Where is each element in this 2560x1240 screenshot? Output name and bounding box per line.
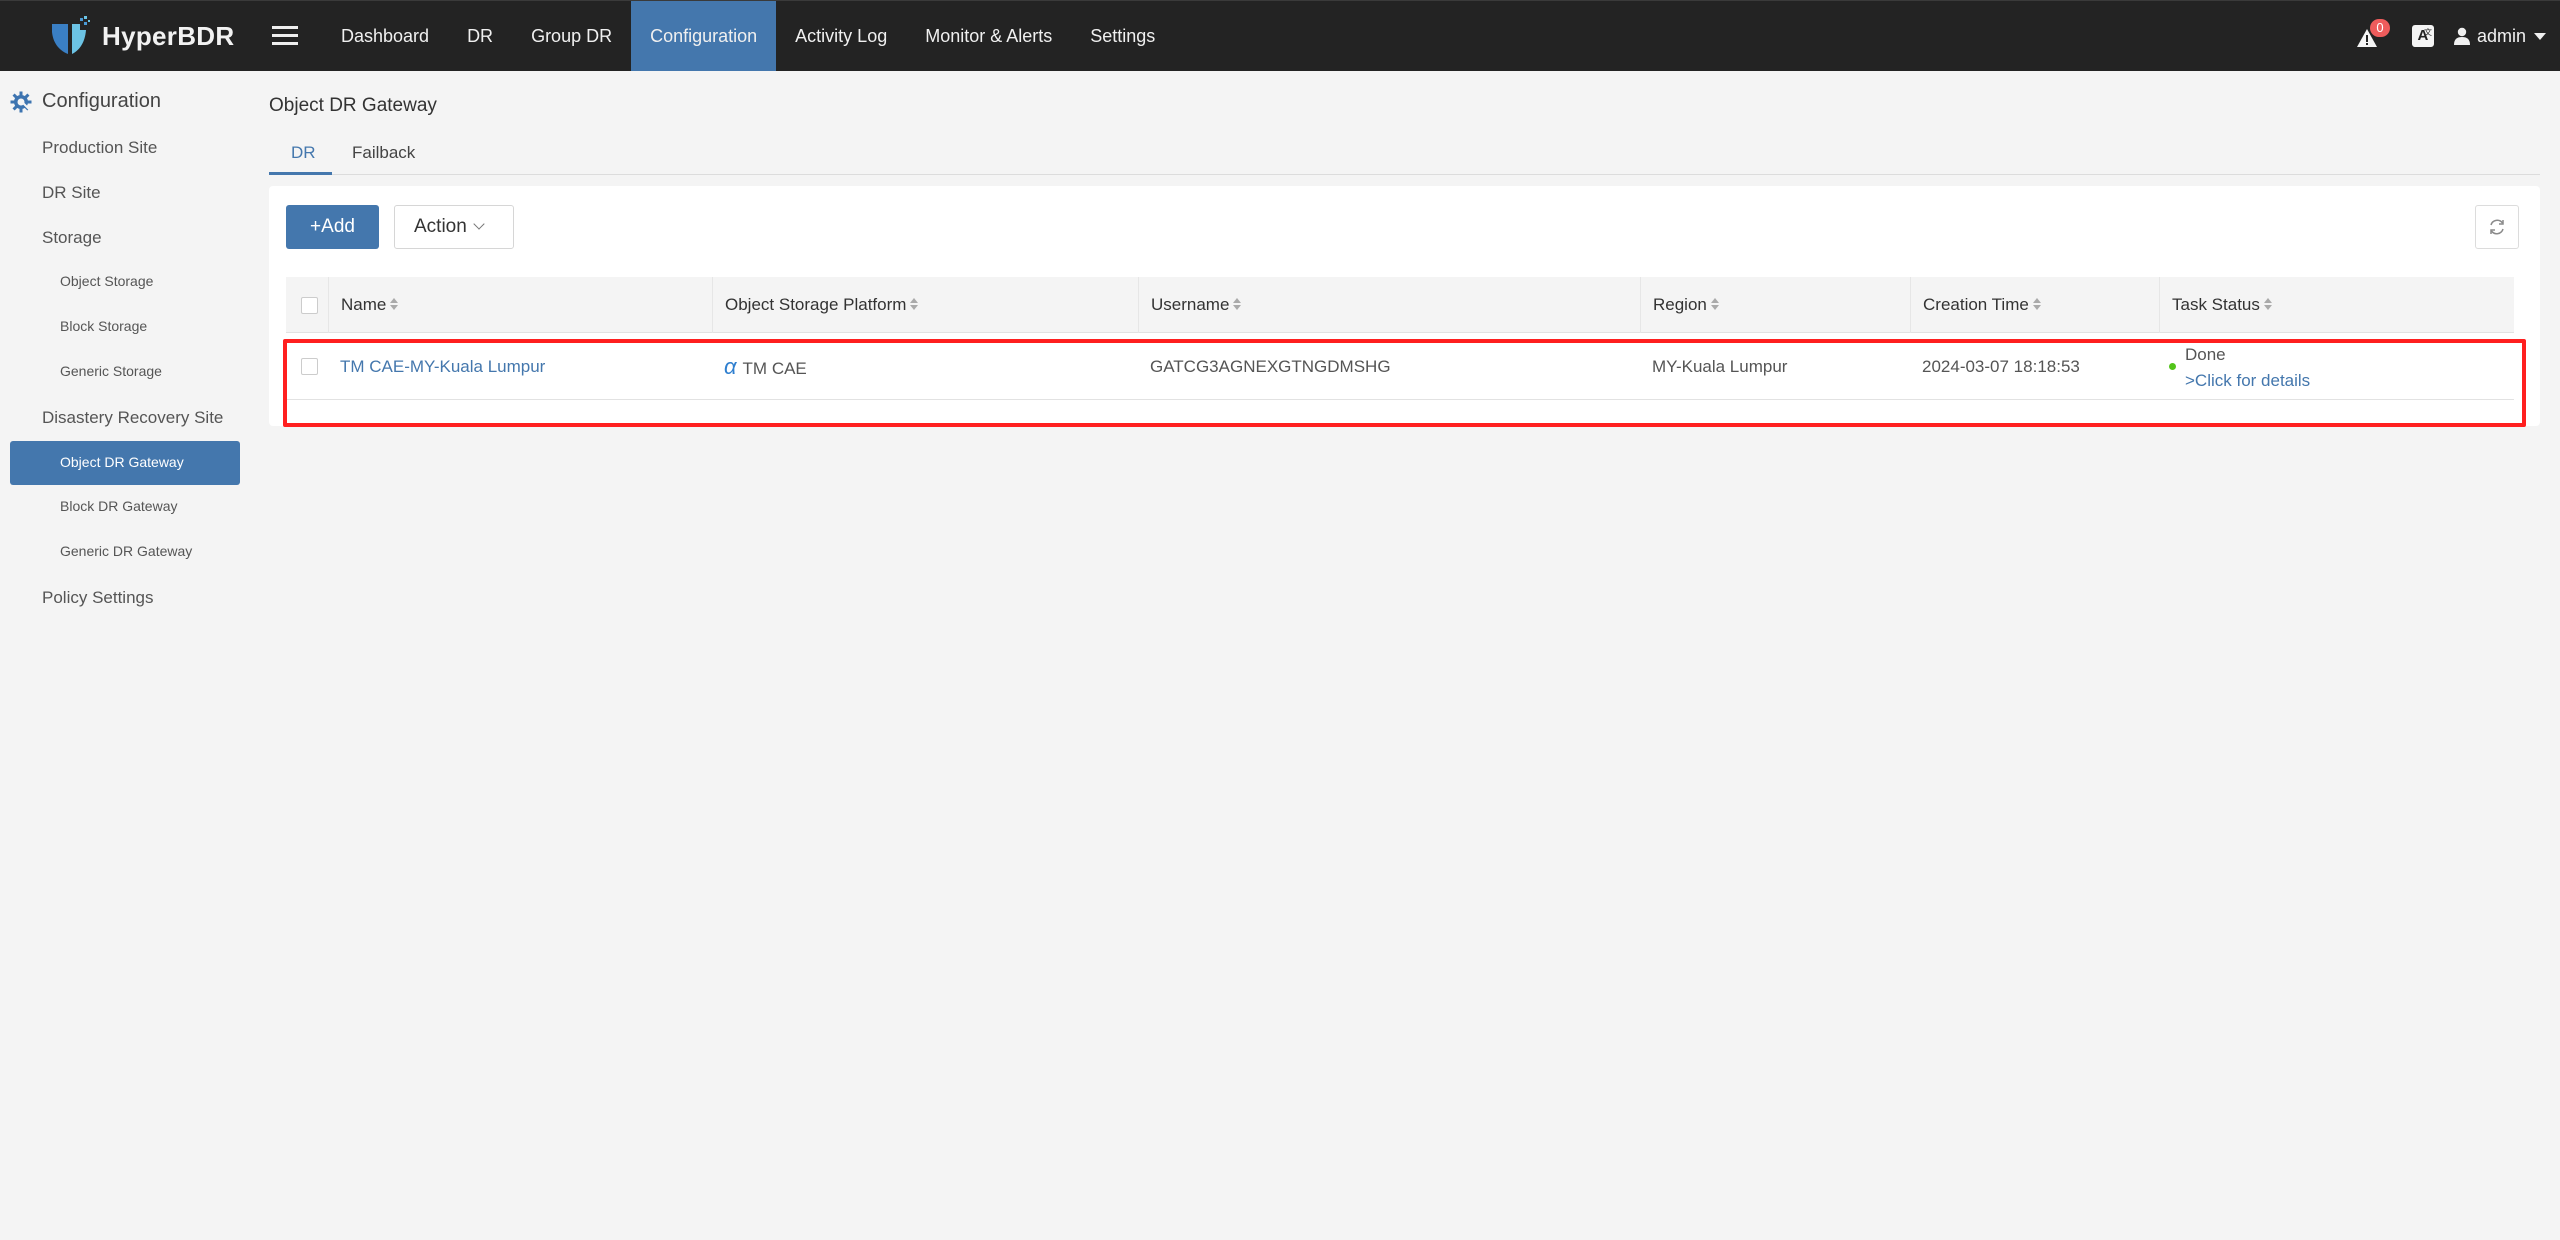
sort-icon[interactable]: [2032, 298, 2041, 312]
column-label: Object Storage Platform: [725, 295, 907, 314]
gateway-panel: +Add Action Name Object Storage Platform…: [269, 186, 2540, 426]
sidebar-item-label: Object DR Gateway: [60, 454, 184, 470]
page-title: Object DR Gateway: [269, 95, 437, 116]
alert-count-badge: 0: [2369, 19, 2390, 37]
tab-bar: DR Failback: [269, 130, 2540, 175]
add-button[interactable]: +Add: [286, 205, 379, 249]
sidebar-item-block-storage[interactable]: Block Storage: [60, 318, 147, 334]
select-all-checkbox[interactable]: [301, 297, 318, 314]
top-navbar: HyperBDR Dashboard DR Group DR Configura…: [0, 0, 2560, 71]
sidebar-item-disaster-recovery-site[interactable]: Disastery Recovery Site: [42, 408, 223, 428]
sidebar-item-production-site[interactable]: Production Site: [42, 138, 157, 158]
status-details-link[interactable]: >Click for details: [2185, 371, 2310, 391]
alerts-button[interactable]: 0: [2356, 19, 2390, 51]
username-cell: GATCG3AGNEXGTNGDMSHG: [1150, 357, 1391, 376]
user-icon: [2453, 27, 2470, 45]
nav-group-dr[interactable]: Group DR: [512, 1, 631, 71]
gateway-table: Name Object Storage Platform Username Re…: [286, 277, 2514, 400]
sort-icon[interactable]: [2263, 298, 2272, 312]
caret-down-icon: [2534, 32, 2546, 40]
sidebar-item-dr-site[interactable]: DR Site: [42, 183, 101, 203]
sidebar-item-block-dr-gateway[interactable]: Block DR Gateway: [60, 498, 177, 514]
sidebar-title: Configuration: [42, 90, 161, 112]
column-header-region[interactable]: Region: [1640, 277, 1910, 333]
shield-logo-icon: [52, 16, 90, 54]
platform-cell: α TM CAE: [712, 333, 807, 400]
sidebar-item-object-dr-gateway[interactable]: Object DR Gateway: [10, 441, 240, 485]
platform-name: TM CAE: [742, 359, 807, 378]
table-row: TM CAE-MY-Kuala Lumpur α TM CAE GATCG3AGN…: [286, 333, 2514, 400]
column-label: Name: [341, 295, 387, 314]
sort-icon[interactable]: [390, 298, 399, 312]
nav-settings[interactable]: Settings: [1071, 1, 1174, 71]
task-status-cell: Done >Click for details: [2159, 333, 2514, 400]
sort-icon[interactable]: [910, 298, 919, 312]
column-label: Region: [1653, 295, 1707, 314]
sidebar-header: Configuration: [10, 90, 161, 113]
refresh-button[interactable]: [2475, 205, 2519, 249]
column-label: Username: [1151, 295, 1230, 314]
status-text: Done: [2185, 345, 2226, 364]
logo[interactable]: HyperBDR: [48, 15, 234, 57]
region-cell: MY-Kuala Lumpur: [1652, 357, 1788, 376]
app-name: HyperBDR: [102, 20, 235, 51]
nav-dashboard[interactable]: Dashboard: [322, 1, 448, 71]
gear-icon: [10, 91, 32, 112]
nav-dr[interactable]: DR: [448, 1, 512, 71]
sidebar-item-generic-dr-gateway[interactable]: Generic DR Gateway: [60, 543, 192, 559]
platform-alpha-icon: α: [724, 354, 737, 379]
column-header-username[interactable]: Username: [1138, 277, 1640, 333]
menu-toggle-icon[interactable]: [272, 21, 298, 51]
nav-monitor-alerts[interactable]: Monitor & Alerts: [906, 1, 1071, 71]
nav-activity-log[interactable]: Activity Log: [776, 1, 906, 71]
user-menu[interactable]: admin: [2453, 25, 2546, 47]
column-label: Task Status: [2172, 295, 2260, 314]
table-header: Name Object Storage Platform Username Re…: [286, 277, 2514, 333]
sort-icon[interactable]: [1233, 298, 1242, 312]
gateway-name-link[interactable]: TM CAE-MY-Kuala Lumpur: [328, 333, 545, 400]
sidebar: Configuration Production Site DR Site St…: [0, 71, 250, 1240]
column-header-task-status[interactable]: Task Status: [2159, 277, 2514, 333]
column-label: Creation Time: [1923, 295, 2029, 314]
nav-configuration[interactable]: Configuration: [631, 1, 777, 71]
sidebar-item-object-storage[interactable]: Object Storage: [60, 273, 153, 289]
active-tab-indicator: [269, 172, 332, 175]
sidebar-item-generic-storage[interactable]: Generic Storage: [60, 363, 162, 379]
sidebar-item-storage[interactable]: Storage: [42, 228, 102, 248]
tab-dr[interactable]: DR: [291, 143, 316, 163]
refresh-icon: [2490, 219, 2504, 235]
column-header-name[interactable]: Name: [328, 277, 712, 333]
creation-time-cell: 2024-03-07 18:18:53: [1922, 357, 2080, 376]
main-nav: Dashboard DR Group DR Configuration Acti…: [322, 1, 1174, 71]
chevron-down-icon: [473, 218, 485, 230]
sidebar-item-policy-settings[interactable]: Policy Settings: [42, 588, 154, 608]
tab-failback[interactable]: Failback: [352, 143, 415, 163]
action-dropdown[interactable]: Action: [394, 205, 514, 249]
sort-icon[interactable]: [1710, 298, 1719, 312]
column-header-creation-time[interactable]: Creation Time: [1910, 277, 2159, 333]
username-label: admin: [2476, 25, 2526, 46]
action-label: Action: [414, 216, 467, 237]
language-icon[interactable]: A文: [2411, 25, 2434, 47]
status-success-dot: [2169, 363, 2176, 370]
column-header-platform[interactable]: Object Storage Platform: [712, 277, 1138, 333]
row-checkbox[interactable]: [301, 358, 318, 375]
